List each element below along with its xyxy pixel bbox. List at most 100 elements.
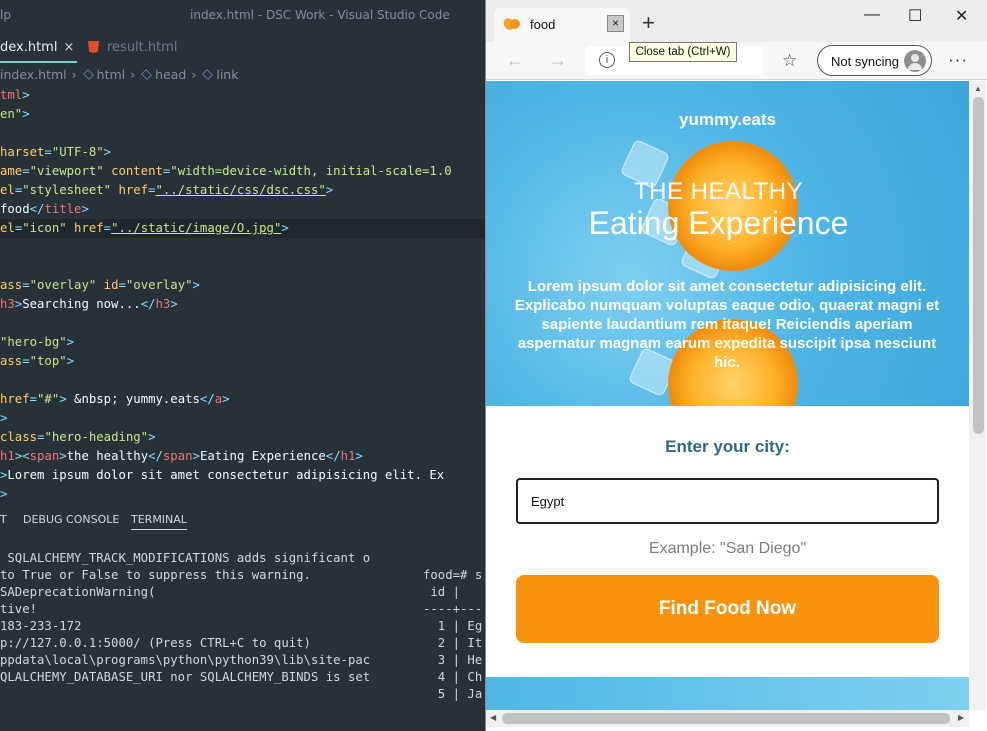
code-line[interactable]: >Lorem ipsum dolor sit amet consectetur … — [0, 466, 444, 485]
horizontal-scrollbar[interactable]: ◀ ▶ — [486, 710, 969, 727]
code-token: "UTF-8" — [51, 145, 104, 159]
scroll-right-icon[interactable]: ▶ — [958, 713, 964, 722]
breadcrumb-item[interactable]: link — [216, 67, 238, 82]
breadcrumb-item[interactable]: index.html — [0, 67, 67, 82]
minimize-icon[interactable]: — — [864, 6, 880, 24]
code-line[interactable]: ass="top"> — [0, 352, 74, 371]
code-line[interactable]: el="icon" href="../static/image/O.jpg"> — [0, 219, 490, 238]
terminal[interactable]: SQLALCHEMY_TRACK_MODIFICATIONS adds sign… — [0, 547, 490, 727]
code-token: > — [66, 335, 75, 349]
close-tab-icon[interactable]: × — [607, 15, 624, 32]
code-token: "stylesheet" — [22, 183, 119, 197]
code-token: = — [103, 221, 112, 235]
code-line[interactable]: h3>Searching now...</h3> — [0, 295, 178, 314]
psql-output-line: id | — [423, 585, 461, 599]
code-token: > — [325, 183, 334, 197]
tab-result-html[interactable]: result.html — [88, 33, 184, 63]
code-token: food — [0, 202, 30, 216]
code-token: span — [162, 449, 193, 463]
code-line[interactable]: tml> — [0, 86, 30, 105]
code-token: class — [0, 430, 38, 444]
close-icon[interactable]: × — [63, 40, 74, 55]
code-token: > — [103, 145, 112, 159]
code-line[interactable]: > — [0, 485, 7, 504]
code-token: the healthy — [66, 449, 149, 463]
psql-output-line: 1 | Eg — [423, 619, 483, 633]
code-token: > — [0, 487, 8, 501]
code-token: = — [22, 278, 30, 292]
code-token: el — [0, 221, 15, 235]
code-line[interactable]: href="#"> &nbsp; yummy.eats</a> — [0, 390, 230, 409]
code-line[interactable]: harset="UTF-8"> — [0, 143, 111, 162]
brand-link[interactable]: yummy.eats — [486, 110, 969, 130]
code-token: </ — [29, 202, 45, 216]
maximize-icon[interactable]: ☐ — [908, 6, 922, 26]
code-token: &nbsp; yummy.eats — [66, 392, 200, 406]
terminal-line: tive! — [0, 602, 38, 616]
code-line[interactable]: el="stylesheet" href="../static/css/dsc.… — [0, 181, 333, 200]
code-token: > — [0, 411, 8, 425]
titlebar-menu-fragment[interactable]: lp — [0, 8, 11, 22]
code-line[interactable]: ame="viewport" content="width=device-wid… — [0, 162, 452, 181]
code-token: h1 — [0, 449, 15, 463]
code-line[interactable]: en"> — [0, 105, 30, 124]
tab-output[interactable]: T — [0, 513, 7, 526]
psql-output-line: 5 | Ja — [423, 687, 483, 701]
code-line[interactable]: h1><span>the healthy</span>Eating Experi… — [0, 447, 363, 466]
code-line[interactable]: "hero-bg"> — [0, 333, 74, 352]
info-icon[interactable]: i — [599, 52, 615, 68]
new-tab-icon[interactable]: + — [642, 12, 655, 34]
code-line[interactable]: > — [0, 409, 7, 428]
code-token: "icon" — [22, 221, 75, 235]
code-token: = — [22, 354, 30, 368]
breadcrumb-item[interactable]: head — [155, 67, 186, 82]
code-line[interactable]: ass="overlay" id="overlay"> — [0, 276, 200, 295]
sync-button[interactable]: Not syncing — [817, 45, 932, 76]
code-token: en" — [0, 107, 23, 121]
favorites-star-icon[interactable]: ☆ — [782, 51, 797, 71]
more-icon[interactable]: ··· — [948, 50, 968, 70]
city-label: Enter your city: — [665, 437, 790, 456]
close-window-icon[interactable]: ✕ — [955, 6, 968, 26]
code-token: h3 — [155, 297, 171, 311]
code-token: </ — [140, 297, 156, 311]
code-token: "#" — [37, 392, 60, 406]
code-token: "top" — [29, 354, 67, 368]
scrollbar-thumb[interactable] — [973, 97, 984, 434]
code-token: > — [148, 430, 156, 444]
tab-debug-console[interactable]: DEBUG CONSOLE — [23, 513, 119, 526]
scrollbar-thumb[interactable] — [502, 713, 950, 724]
code-token: > — [59, 449, 67, 463]
forward-arrow-icon[interactable]: → — [549, 51, 567, 69]
code-token: > — [22, 88, 30, 102]
code-token: = — [29, 392, 38, 406]
scroll-up-icon[interactable]: ▲ — [974, 84, 982, 93]
code-token: </ — [148, 449, 163, 463]
code-token: "width=device-width, initial-scale=1.0 — [170, 164, 452, 178]
page-viewport: yummy.eats THE HEALTHY Eating Experience… — [486, 81, 969, 710]
city-example: Example: "San Diego" — [648, 540, 807, 557]
code-token: > — [170, 297, 178, 311]
code-line[interactable]: food</title> — [0, 200, 89, 219]
breadcrumb: index.html › html › head › link — [0, 67, 238, 85]
close-tab-tooltip: Close tab (Ctrl+W) — [629, 42, 737, 62]
find-food-button[interactable]: Find Food Now — [516, 575, 939, 643]
back-arrow-icon[interactable]: ← — [506, 51, 524, 69]
scroll-left-icon[interactable]: ◀ — [490, 713, 496, 722]
code-editor[interactable]: tml> en"> harset="UTF-8"> ame="viewport" co… — [0, 86, 490, 501]
tab-terminal[interactable]: TERMINAL — [131, 513, 187, 530]
breadcrumb-item[interactable]: html — [97, 67, 125, 82]
vertical-scrollbar[interactable]: ▲ — [969, 81, 986, 710]
code-token: "viewport" — [29, 164, 112, 178]
tab-title: food — [530, 17, 556, 32]
tag-icon — [141, 69, 152, 80]
code-token: "hero-heading" — [44, 430, 149, 444]
code-line[interactable]: class="hero-heading"> — [0, 428, 156, 447]
browser-tab-food[interactable]: food × — [494, 8, 630, 42]
hero-headline: Eating Experience — [588, 205, 849, 241]
terminal-line: p://127.0.0.1:5000/ (Press CTRL+C to qui… — [0, 636, 311, 650]
tab-index-html[interactable]: dex.html × — [0, 33, 77, 63]
city-input[interactable] — [516, 478, 939, 524]
window-title: index.html - DSC Work - Visual Studio Co… — [190, 8, 450, 22]
code-token: > — [192, 278, 200, 292]
